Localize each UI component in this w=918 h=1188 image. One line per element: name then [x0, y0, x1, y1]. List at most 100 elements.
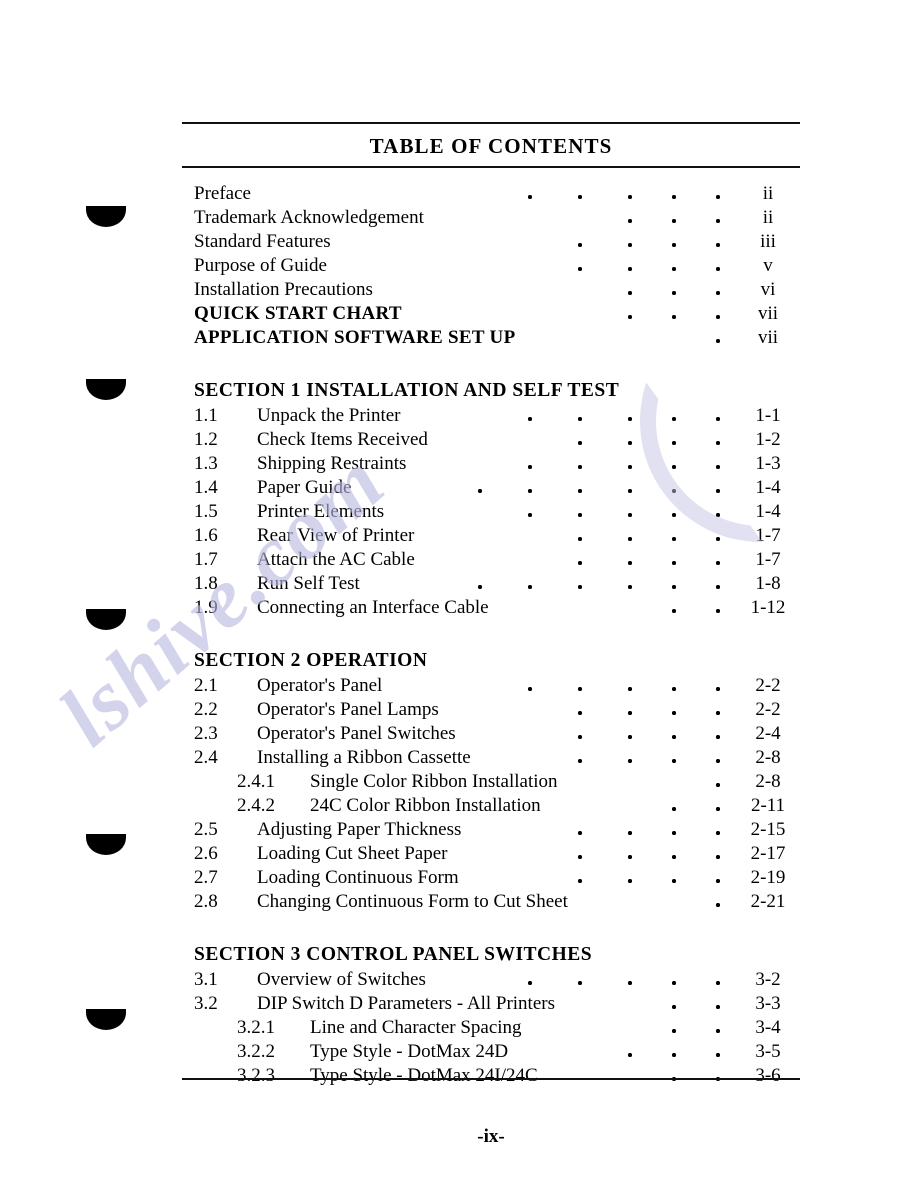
toc-entry[interactable]: 1.9 Connecting an Interface Cable 1-12 — [182, 596, 800, 620]
toc-entry-label: Operator's Panel Lamps — [257, 699, 439, 720]
toc-entry[interactable]: Preface ii — [182, 182, 800, 206]
toc-entry[interactable]: 1.5 Printer Elements 1-4 — [182, 500, 800, 524]
toc-entry-page: 2-4 — [755, 723, 781, 744]
toc-entry-label: Shipping Restraints — [257, 453, 407, 474]
punch-hole-artifact — [86, 379, 126, 400]
toc-entry-label: Type Style - DotMax 24I/24C — [310, 1065, 538, 1086]
toc-entry[interactable]: 1.6 Rear View of Printer 1-7 — [182, 524, 800, 548]
toc-entry[interactable]: 1.3 Shipping Restraints 1-3 — [182, 452, 800, 476]
toc-entry[interactable]: APPLICATION SOFTWARE SET UP vii — [182, 326, 800, 350]
toc-entry[interactable]: 2.4.1 Single Color Ribbon Installation 2-8 — [182, 770, 800, 794]
toc-entry[interactable]: 2.3 Operator's Panel Switches 2-4 — [182, 722, 800, 746]
toc-entry-number: 1.5 — [194, 501, 218, 522]
toc-entry[interactable]: 2.7 Loading Continuous Form 2-19 — [182, 866, 800, 890]
toc-entry-label: Purpose of Guide — [194, 255, 327, 276]
toc-entry[interactable]: 2.6 Loading Cut Sheet Paper 2-17 — [182, 842, 800, 866]
toc-entry-page: iii — [760, 231, 776, 252]
toc-entry-number: 2.4.2 — [237, 795, 275, 816]
toc-entry-label: Trademark Acknowledgement — [194, 207, 424, 228]
punch-hole-artifact — [86, 609, 126, 630]
toc-entry[interactable]: Trademark Acknowledgement ii — [182, 206, 800, 230]
toc-entry-page: 1-12 — [750, 597, 786, 618]
toc-entry[interactable]: 1.7 Attach the AC Cable 1-7 — [182, 548, 800, 572]
toc-entry-label: APPLICATION SOFTWARE SET UP — [194, 327, 516, 348]
toc-entry-page: v — [763, 255, 773, 276]
toc-entry-number: 1.8 — [194, 573, 218, 594]
toc-entry[interactable]: QUICK START CHART vii — [182, 302, 800, 326]
toc-entry-label: Loading Cut Sheet Paper — [257, 843, 448, 864]
toc-entry[interactable]: Purpose of Guide v — [182, 254, 800, 278]
toc-entry[interactable]: 3.2.2 Type Style - DotMax 24D 3-5 — [182, 1040, 800, 1064]
toc-entry-number: 3.2.3 — [237, 1065, 275, 1086]
toc-entry-page: vii — [757, 303, 779, 324]
toc-entry[interactable]: 2.4.2 24C Color Ribbon Installation 2-11 — [182, 794, 800, 818]
toc-entry-number: 1.3 — [194, 453, 218, 474]
toc-entry-label: Installing a Ribbon Cassette — [257, 747, 471, 768]
toc-entry-label: Adjusting Paper Thickness — [257, 819, 462, 840]
toc-entry-label: Printer Elements — [257, 501, 385, 522]
rule-above-title — [182, 122, 800, 124]
toc-entry-label: Preface — [194, 183, 251, 204]
toc-entry-number: 2.1 — [194, 675, 218, 696]
toc-entry-number: 1.4 — [194, 477, 218, 498]
toc-section-heading[interactable]: SECTION 3 CONTROL PANEL SWITCHES — [182, 942, 800, 968]
toc-entry-page: 2-19 — [750, 867, 786, 888]
toc-entry-number: 1.6 — [194, 525, 218, 546]
rule-bottom — [182, 1078, 800, 1080]
toc-entry-number: 3.1 — [194, 969, 218, 990]
toc-entry[interactable]: 2.5 Adjusting Paper Thickness 2-15 — [182, 818, 800, 842]
rule-below-title — [182, 166, 800, 168]
toc-entry-number: 1.7 — [194, 549, 218, 570]
page-title: TABLE OF CONTENTS — [369, 134, 613, 158]
toc-entry[interactable]: 1.1 Unpack the Printer 1-1 — [182, 404, 800, 428]
toc-entry-page: vi — [760, 279, 776, 300]
toc-entry-number: 2.8 — [194, 891, 218, 912]
toc-entry[interactable]: 2.2 Operator's Panel Lamps 2-2 — [182, 698, 800, 722]
toc-entry[interactable]: 3.2.1 Line and Character Spacing 3-4 — [182, 1016, 800, 1040]
toc-section-heading[interactable]: SECTION 1 INSTALLATION AND SELF TEST — [182, 378, 800, 404]
toc-entry[interactable]: 2.1 Operator's Panel 2-2 — [182, 674, 800, 698]
toc-entry-page: 3-3 — [755, 993, 781, 1014]
toc-entry-label: Standard Features — [194, 231, 331, 252]
toc-entry-page: 1-1 — [755, 405, 781, 426]
punch-hole-artifact — [86, 834, 126, 855]
toc-entry-number: 2.6 — [194, 843, 218, 864]
toc-entry-page: 2-15 — [750, 819, 786, 840]
toc-entry-number: 3.2.2 — [237, 1041, 275, 1062]
toc-entry-label: Loading Continuous Form — [257, 867, 459, 888]
toc-entry-label: 24C Color Ribbon Installation — [310, 795, 541, 816]
toc-entry-number: 2.3 — [194, 723, 218, 744]
toc-entry[interactable]: 3.2.3 Type Style - DotMax 24I/24C 3-6 — [182, 1064, 800, 1088]
toc-entry[interactable]: Installation Precautions vi — [182, 278, 800, 302]
toc-entry-page: 1-7 — [755, 549, 781, 570]
toc-entry-label: Operator's Panel — [257, 675, 383, 696]
toc-entry[interactable]: 3.1 Overview of Switches 3-2 — [182, 968, 800, 992]
toc-section-heading-label: SECTION 1 INSTALLATION AND SELF TEST — [194, 380, 620, 401]
toc-entry-number: 1.1 — [194, 405, 218, 426]
toc-entry-number: 2.5 — [194, 819, 218, 840]
toc-section-heading[interactable]: SECTION 2 OPERATION — [182, 648, 800, 674]
toc-entry[interactable]: 1.8 Run Self Test 1-8 — [182, 572, 800, 596]
toc-entry-label: DIP Switch D Parameters - All Printers — [257, 993, 555, 1014]
toc-entry-label: Connecting an Interface Cable — [257, 597, 489, 618]
toc-entry[interactable]: 2.8 Changing Continuous Form to Cut Sheet… — [182, 890, 800, 914]
toc-entry-label: Run Self Test — [257, 573, 360, 594]
toc-entry-list: Preface ii Trademark Acknowledgement ii Stan… — [182, 182, 800, 1088]
toc-entry-number: 3.2 — [194, 993, 218, 1014]
toc-entry[interactable]: 2.4 Installing a Ribbon Cassette 2-8 — [182, 746, 800, 770]
toc-entry[interactable]: 3.2 DIP Switch D Parameters - All Printer… — [182, 992, 800, 1016]
toc-entry-page: 2-2 — [755, 699, 781, 720]
toc-entry-number: 2.4 — [194, 747, 218, 768]
toc-entry-label: QUICK START CHART — [194, 303, 402, 324]
toc-entry-page: 2-21 — [750, 891, 786, 912]
toc-entry[interactable]: Standard Features iii — [182, 230, 800, 254]
toc-entry-page: ii — [762, 183, 774, 204]
toc-section-heading-label: SECTION 3 CONTROL PANEL SWITCHES — [194, 944, 593, 965]
toc-entry-page: 3-2 — [755, 969, 781, 990]
toc-entry[interactable]: 1.2 Check Items Received 1-2 — [182, 428, 800, 452]
toc-entry-page: 3-4 — [755, 1017, 781, 1038]
toc-entry-label: Paper Guide — [257, 477, 352, 498]
toc-entry-number: 1.9 — [194, 597, 218, 618]
toc-entry-label: Unpack the Printer — [257, 405, 401, 426]
toc-entry[interactable]: 1.4 Paper Guide 1-4 — [182, 476, 800, 500]
